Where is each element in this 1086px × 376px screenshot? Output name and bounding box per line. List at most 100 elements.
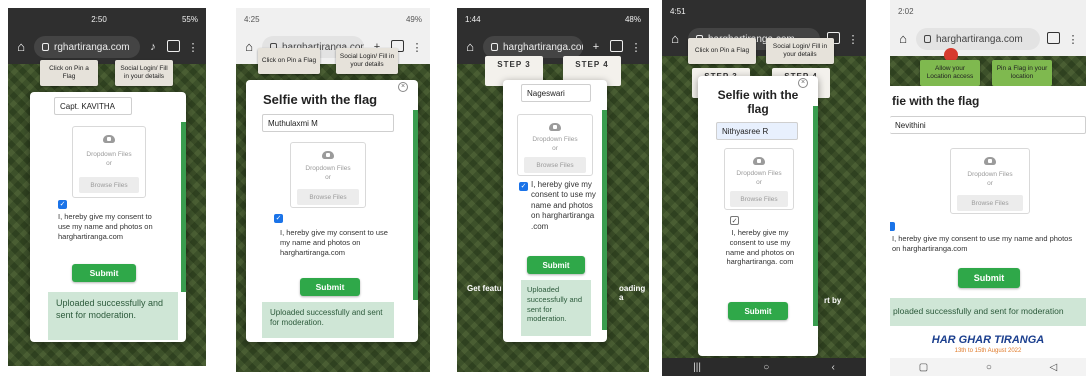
browse-files-button[interactable]: Browse Files: [78, 177, 140, 193]
modal-scrollbar[interactable]: [813, 106, 818, 326]
home-icon[interactable]: ⌂: [463, 40, 477, 54]
consent-text: I, hereby give my consent to use my name…: [725, 228, 795, 267]
status-time: 4:25: [244, 14, 260, 24]
success-message: Uploaded successfully and sent for moder…: [521, 280, 591, 336]
consent-checkbox[interactable]: ✓: [519, 182, 528, 191]
file-dropzone[interactable]: Dropdown Files or Browse Files: [290, 142, 366, 208]
modal-title: fie with the flag: [892, 94, 980, 108]
background-text-right: oading a: [619, 284, 646, 302]
consent-checkbox[interactable]: ✓: [58, 200, 67, 209]
har-ghar-tiranga-banner: HAR GHAR TIRANGA 13th to 15th August 202…: [890, 330, 1086, 358]
menu-icon[interactable]: ⋮: [186, 41, 200, 54]
phone-screen-1: 2:50 55% ⌂ rghartiranga.com ♪ ⋮ Click on…: [8, 8, 206, 366]
social-login-button[interactable]: Social Login/ Fill in your details: [336, 48, 398, 74]
modal-scrollbar[interactable]: [413, 110, 418, 300]
pin-flag-button[interactable]: Click on Pin a Flag: [688, 38, 756, 64]
pin-flag-button[interactable]: Click on Pin a Flag: [40, 60, 98, 86]
recent-apps-icon[interactable]: |||: [693, 362, 701, 373]
social-login-button[interactable]: Social Login/ Fill in your details: [115, 60, 173, 86]
recent-apps-icon[interactable]: ▢: [919, 362, 928, 373]
back-arrow-icon[interactable]: ‹: [832, 362, 835, 373]
file-dropzone[interactable]: Dropdown Files or Browse Files: [517, 114, 593, 176]
modal-scrollbar[interactable]: [181, 122, 186, 292]
menu-icon[interactable]: ⋮: [410, 41, 424, 54]
url-field[interactable]: harghartiranga.com: [916, 28, 1040, 50]
status-bar: 2:02: [890, 0, 1086, 22]
new-tab-icon[interactable]: +: [589, 41, 603, 53]
consent-checkbox[interactable]: [890, 222, 895, 231]
screenshot-collage: 2:50 55% ⌂ rghartiranga.com ♪ ⋮ Click on…: [0, 0, 1086, 376]
modal-title: Selfie with the flag: [263, 92, 378, 107]
dropzone-label: Dropdown Files: [736, 170, 782, 177]
name-input[interactable]: Capt. KAVITHA: [54, 97, 132, 115]
url-text: harghartiranga.com: [503, 41, 583, 53]
phone-screen-2: 4:25 49% ⌂ harghartiranga.com + ⋮ Click …: [236, 8, 430, 372]
submit-button[interactable]: Submit: [72, 264, 136, 282]
dropzone-label: Dropdown Files: [305, 165, 351, 172]
home-circle-icon[interactable]: ○: [986, 362, 992, 373]
menu-icon[interactable]: ⋮: [1066, 33, 1080, 46]
file-dropzone[interactable]: Dropdown Files or Browse Files: [950, 148, 1030, 214]
url-field[interactable]: harghartiranga.com: [483, 36, 583, 58]
close-icon[interactable]: ×: [798, 78, 808, 88]
name-input[interactable]: Nageswari: [521, 84, 591, 102]
url-field[interactable]: rghartiranga.com: [34, 36, 140, 58]
submit-button[interactable]: Submit: [527, 256, 585, 274]
success-message: ploaded successfully and sent for modera…: [890, 298, 1086, 326]
file-dropzone[interactable]: Dropdown Files or Browse Files: [72, 126, 146, 198]
home-icon[interactable]: ⌂: [14, 40, 28, 54]
tabs-icon[interactable]: [166, 39, 180, 55]
url-text: harghartiranga.com: [936, 33, 1023, 45]
name-input[interactable]: Nithyasree R: [716, 122, 798, 140]
battery-level: 55%: [181, 14, 198, 24]
submit-button[interactable]: Submit: [958, 268, 1020, 288]
phone-screen-3: 1:44 48% ⌂ harghartiranga.com + ⋮ STEP 3…: [457, 8, 649, 372]
dropzone-label: Dropdown Files: [967, 171, 1013, 178]
dropzone-or: or: [325, 173, 331, 181]
consent-text: I, hereby give my consent to use my name…: [892, 234, 1073, 253]
pin-flag-button[interactable]: Click on Pin a Flag: [258, 48, 320, 74]
menu-icon[interactable]: ⋮: [629, 41, 643, 54]
microphone-icon[interactable]: ♪: [146, 41, 160, 53]
browse-files-button[interactable]: Browse Files: [523, 157, 587, 173]
home-icon[interactable]: ⌂: [896, 32, 910, 46]
home-circle-icon[interactable]: ○: [763, 362, 769, 373]
browser-address-bar: ⌂ harghartiranga.com ⋮: [890, 22, 1086, 56]
submit-button[interactable]: Submit: [300, 278, 360, 296]
modal-title: Selfie with the flag: [717, 88, 799, 117]
consent-text: I, hereby give my consent to use my name…: [58, 212, 153, 241]
home-icon[interactable]: ⌂: [668, 32, 682, 46]
cloud-upload-icon: [103, 135, 115, 143]
dropzone-or: or: [756, 178, 762, 186]
name-input[interactable]: Nevithini: [890, 116, 1086, 134]
pin-flag-location-button[interactable]: Pin a Flag in your location: [992, 60, 1052, 86]
tabs-icon[interactable]: [1046, 31, 1060, 47]
submit-button[interactable]: Submit: [728, 302, 788, 320]
selfie-modal: fie with the flag Nevithini Dropdown Fil…: [890, 86, 1086, 326]
browse-files-button[interactable]: Browse Files: [957, 195, 1023, 211]
cloud-upload-icon: [549, 123, 561, 131]
status-bar: 4:25 49%: [236, 8, 430, 30]
banner-subtitle: 13th to 15th August 2022: [954, 348, 1022, 354]
allow-location-button[interactable]: Allow your Location access: [920, 60, 980, 86]
file-dropzone[interactable]: Dropdown Files or Browse Files: [724, 148, 794, 210]
status-bar: 1:44 48%: [457, 8, 649, 30]
home-icon[interactable]: ⌂: [242, 40, 256, 54]
consent-checkbox[interactable]: ✓: [730, 216, 739, 225]
name-input[interactable]: Muthulaxmi M: [262, 114, 394, 132]
modal-scrollbar[interactable]: [602, 110, 607, 330]
selfie-modal: × Selfie with the flag Muthulaxmi M Drop…: [246, 80, 418, 342]
social-login-button[interactable]: Social Login/ Fill in your details: [766, 38, 834, 64]
consent-text: I, hereby give my consent to use my name…: [531, 180, 596, 231]
lock-icon: [491, 43, 498, 51]
back-triangle-icon[interactable]: ◁: [1049, 362, 1057, 373]
menu-icon[interactable]: ⋮: [846, 33, 860, 46]
browse-files-button[interactable]: Browse Files: [296, 189, 360, 205]
consent-checkbox[interactable]: ✓: [274, 214, 283, 223]
dropzone-or: or: [987, 179, 993, 187]
dropzone-label: Dropdown Files: [532, 136, 578, 143]
tabs-icon[interactable]: [609, 39, 623, 55]
browse-files-button[interactable]: Browse Files: [730, 191, 788, 207]
close-icon[interactable]: ×: [398, 82, 408, 92]
lock-icon: [42, 43, 49, 51]
